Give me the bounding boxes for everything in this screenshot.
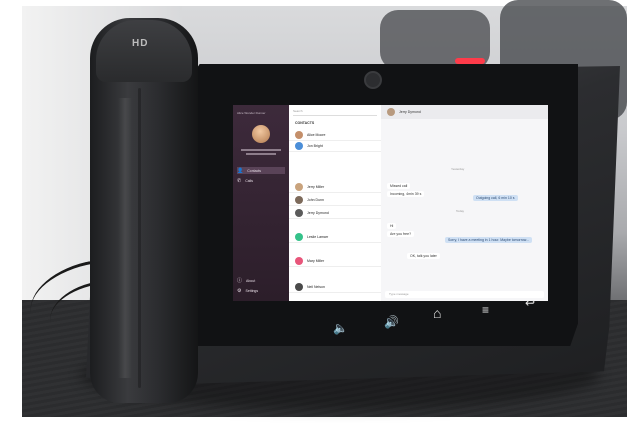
nav-sidebar: Alice Wonder Dunner 👤 Contacts ✆ Calls ⓘ… bbox=[233, 105, 289, 301]
owner-status-line bbox=[241, 149, 281, 151]
desk-phone-photo: Alice Wonder Dunner 👤 Contacts ✆ Calls ⓘ… bbox=[0, 0, 627, 423]
avatar bbox=[295, 141, 303, 150]
avatar bbox=[295, 130, 303, 139]
info-icon: ⓘ bbox=[237, 278, 243, 284]
person-icon: 👤 bbox=[237, 167, 244, 174]
chat-panel: Jerry Dymond Yesterday Missed call Incom… bbox=[381, 105, 548, 301]
nav-item-calls[interactable]: ✆ Calls bbox=[237, 177, 285, 184]
volume-up-icon[interactable]: 🔊 bbox=[384, 315, 399, 329]
message-input[interactable]: Type message bbox=[385, 291, 544, 298]
avatar bbox=[295, 232, 303, 241]
notification-led bbox=[455, 58, 485, 64]
nav-item-settings[interactable]: ⚙ Settings bbox=[237, 287, 285, 294]
avatar bbox=[295, 256, 303, 265]
volume-down-icon[interactable]: 🔈 bbox=[333, 321, 348, 335]
contacts-title: CONTACTS bbox=[295, 121, 315, 125]
phone-screen: Alice Wonder Dunner 👤 Contacts ✆ Calls ⓘ… bbox=[233, 105, 548, 301]
back-icon[interactable]: ↩ bbox=[525, 296, 535, 310]
contact-row[interactable]: John Dunn bbox=[289, 194, 381, 206]
nav-item-label: Settings bbox=[245, 288, 259, 293]
nav-item-contacts[interactable]: 👤 Contacts bbox=[237, 167, 285, 174]
date-separator: Today bbox=[456, 209, 465, 213]
handset[interactable]: HD bbox=[90, 18, 198, 403]
chat-header: Jerry Dymond bbox=[381, 105, 548, 119]
owner-status-line bbox=[246, 153, 276, 155]
date-separator: Yesterday bbox=[451, 167, 465, 171]
camera-lens bbox=[364, 71, 382, 89]
avatar bbox=[295, 195, 303, 204]
avatar bbox=[295, 208, 303, 217]
gear-icon: ⚙ bbox=[237, 287, 242, 294]
contact-name: Alice Moore bbox=[307, 132, 326, 137]
contact-row[interactable]: Jerry Dymond bbox=[289, 207, 381, 219]
contact-name: Jerry Miller bbox=[307, 184, 325, 189]
owner-avatar bbox=[252, 125, 270, 143]
nav-item-about[interactable]: ⓘ About bbox=[237, 277, 285, 284]
search-input[interactable]: Search bbox=[293, 109, 377, 116]
avatar bbox=[295, 282, 303, 291]
contact-row[interactable]: Jon Bright bbox=[289, 140, 381, 152]
message-bubble: Sorry, I have a meeting in 1 hour. Maybe… bbox=[445, 237, 533, 243]
nav-item-label: Contacts bbox=[247, 168, 262, 173]
contact-row[interactable]: Neil Nelson bbox=[289, 281, 381, 293]
nav-item-label: Calls bbox=[245, 178, 253, 183]
contact-name: Jon Bright bbox=[307, 143, 323, 148]
handset-highlight bbox=[118, 98, 132, 378]
contact-name: John Dunn bbox=[307, 197, 324, 202]
handset-earpiece bbox=[96, 20, 192, 82]
contact-row[interactable]: Mary Miller bbox=[289, 255, 381, 267]
contact-name: Mary Miller bbox=[307, 258, 325, 263]
menu-icon[interactable]: ≡ bbox=[482, 303, 489, 317]
nav-item-label: About bbox=[246, 278, 256, 283]
message-bubble: Hi bbox=[387, 223, 397, 229]
contacts-panel: Search CONTACTS Alice Moore Jon Bright J… bbox=[289, 105, 381, 301]
contact-row[interactable]: Jerry Miller bbox=[289, 181, 381, 193]
avatar bbox=[387, 108, 395, 116]
contact-name: Jerry Dymond bbox=[307, 210, 329, 215]
avatar bbox=[295, 182, 303, 191]
message-bubble: Are you free? bbox=[387, 231, 415, 237]
phone-icon: ✆ bbox=[237, 177, 242, 184]
home-icon[interactable]: ⌂ bbox=[433, 305, 441, 321]
chat-title: Jerry Dymond bbox=[399, 110, 421, 114]
hd-logo: HD bbox=[132, 38, 149, 49]
message-bubble: Incoming, 4min 39 s bbox=[387, 191, 425, 197]
message-bubble: Missed call bbox=[387, 183, 411, 189]
contact-name: Leslie Lamarr bbox=[307, 234, 329, 239]
message-bubble: Outgoing call, 6 min 10 s bbox=[473, 195, 518, 201]
contact-row[interactable]: Leslie Lamarr bbox=[289, 231, 381, 243]
handset-groove bbox=[138, 88, 141, 388]
message-bubble: OK, talk you later bbox=[407, 253, 440, 259]
contact-name: Neil Nelson bbox=[307, 284, 325, 289]
owner-name: Alice Wonder Dunner bbox=[237, 111, 266, 115]
